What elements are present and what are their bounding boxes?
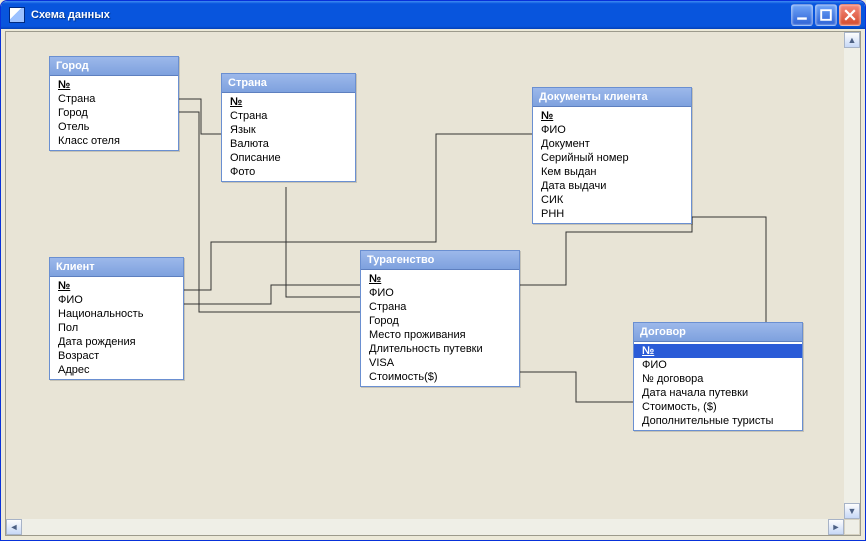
field-list: №ФИОНациональностьПолДата рожденияВозрас… — [50, 277, 183, 379]
entity-Документы клиента[interactable]: Документы клиента№ФИОДокументСерийный но… — [532, 87, 692, 224]
scrollbar-corner — [844, 519, 860, 535]
field-item[interactable]: Национальность — [50, 307, 183, 321]
field-item[interactable]: № — [533, 109, 691, 123]
field-list: №ФИОСтранаГородМесто проживанияДлительно… — [361, 270, 519, 386]
maximize-button[interactable] — [815, 4, 837, 26]
field-item[interactable]: № — [361, 272, 519, 286]
field-item[interactable]: ФИО — [50, 293, 183, 307]
app-window: Схема данных Город№СтранаГородОтельКласс… — [0, 0, 866, 541]
field-item[interactable]: РНН — [533, 207, 691, 221]
horizontal-scroll-track[interactable] — [22, 519, 828, 535]
field-item[interactable]: Место проживания — [361, 328, 519, 342]
close-icon — [844, 9, 856, 21]
minimize-icon — [796, 9, 808, 21]
field-item[interactable]: Стоимость($) — [361, 370, 519, 384]
field-item[interactable]: Документ — [533, 137, 691, 151]
maximize-icon — [820, 9, 832, 21]
field-list: №ФИО№ договораДата начала путевкиСтоимос… — [634, 342, 802, 430]
field-item[interactable]: Стоимость, ($) — [634, 400, 802, 414]
field-item[interactable]: № — [222, 95, 355, 109]
entity-Турагенство[interactable]: Турагенство№ФИОСтранаГородМесто проживан… — [360, 250, 520, 387]
entity-Город[interactable]: Город№СтранаГородОтельКласс отеля — [49, 56, 179, 151]
entity-header[interactable]: Документы клиента — [533, 88, 691, 107]
scroll-right-button[interactable]: ► — [828, 519, 844, 535]
field-item[interactable]: Дополнительные туристы — [634, 414, 802, 428]
field-item[interactable]: Класс отеля — [50, 134, 178, 148]
entity-header[interactable]: Город — [50, 57, 178, 76]
entity-header[interactable]: Договор — [634, 323, 802, 342]
entity-header[interactable]: Страна — [222, 74, 355, 93]
field-list: №СтранаГородОтельКласс отеля — [50, 76, 178, 150]
field-item[interactable]: Страна — [50, 92, 178, 106]
minimize-button[interactable] — [791, 4, 813, 26]
field-item[interactable]: Серийный номер — [533, 151, 691, 165]
scroll-down-button[interactable]: ▼ — [844, 503, 860, 519]
field-item[interactable]: Дата начала путевки — [634, 386, 802, 400]
scroll-left-button[interactable]: ◄ — [6, 519, 22, 535]
field-item[interactable]: Страна — [361, 300, 519, 314]
field-item[interactable]: Город — [50, 106, 178, 120]
vertical-scroll-track[interactable] — [844, 48, 860, 503]
field-item[interactable]: VISA — [361, 356, 519, 370]
scroll-up-button[interactable]: ▲ — [844, 32, 860, 48]
field-list: №ФИОДокументСерийный номерКем выданДата … — [533, 107, 691, 223]
entity-Клиент[interactable]: Клиент№ФИОНациональностьПолДата рождения… — [49, 257, 184, 380]
field-item[interactable]: № — [50, 279, 183, 293]
field-item[interactable]: Длительность путевки — [361, 342, 519, 356]
field-item[interactable]: Возраст — [50, 349, 183, 363]
entity-Страна[interactable]: Страна№СтранаЯзыкВалютаОписаниеФото — [221, 73, 356, 182]
entity-Договор[interactable]: Договор№ФИО№ договораДата начала путевки… — [633, 322, 803, 431]
field-list: №СтранаЯзыкВалютаОписаниеФото — [222, 93, 355, 181]
app-icon — [9, 7, 25, 23]
field-item[interactable]: Город — [361, 314, 519, 328]
title-bar[interactable]: Схема данных — [1, 1, 865, 29]
field-item[interactable]: ФИО — [533, 123, 691, 137]
field-item[interactable]: Пол — [50, 321, 183, 335]
field-item[interactable]: ФИО — [634, 358, 802, 372]
field-item[interactable]: Дата рождения — [50, 335, 183, 349]
field-item[interactable]: Валюта — [222, 137, 355, 151]
entity-header[interactable]: Турагенство — [361, 251, 519, 270]
field-item[interactable]: Отель — [50, 120, 178, 134]
horizontal-scrollbar[interactable]: ◄ ► — [6, 519, 844, 535]
close-button[interactable] — [839, 4, 861, 26]
field-item[interactable]: Язык — [222, 123, 355, 137]
entity-header[interactable]: Клиент — [50, 258, 183, 277]
field-item[interactable]: Описание — [222, 151, 355, 165]
field-item[interactable]: Фото — [222, 165, 355, 179]
window-buttons — [791, 4, 861, 26]
mdi-client: Город№СтранаГородОтельКласс отеляСтрана№… — [5, 31, 861, 536]
field-item[interactable]: Кем выдан — [533, 165, 691, 179]
field-item[interactable]: № — [50, 78, 178, 92]
field-item[interactable]: Дата выдачи — [533, 179, 691, 193]
vertical-scrollbar[interactable]: ▲ ▼ — [844, 32, 860, 519]
field-item[interactable]: № договора — [634, 372, 802, 386]
field-item[interactable]: СИК — [533, 193, 691, 207]
field-item[interactable]: Страна — [222, 109, 355, 123]
window-title: Схема данных — [31, 9, 791, 21]
diagram-canvas[interactable]: Город№СтранаГородОтельКласс отеляСтрана№… — [6, 32, 844, 519]
field-item[interactable]: ФИО — [361, 286, 519, 300]
field-item[interactable]: Адрес — [50, 363, 183, 377]
field-item[interactable]: № — [634, 344, 802, 358]
